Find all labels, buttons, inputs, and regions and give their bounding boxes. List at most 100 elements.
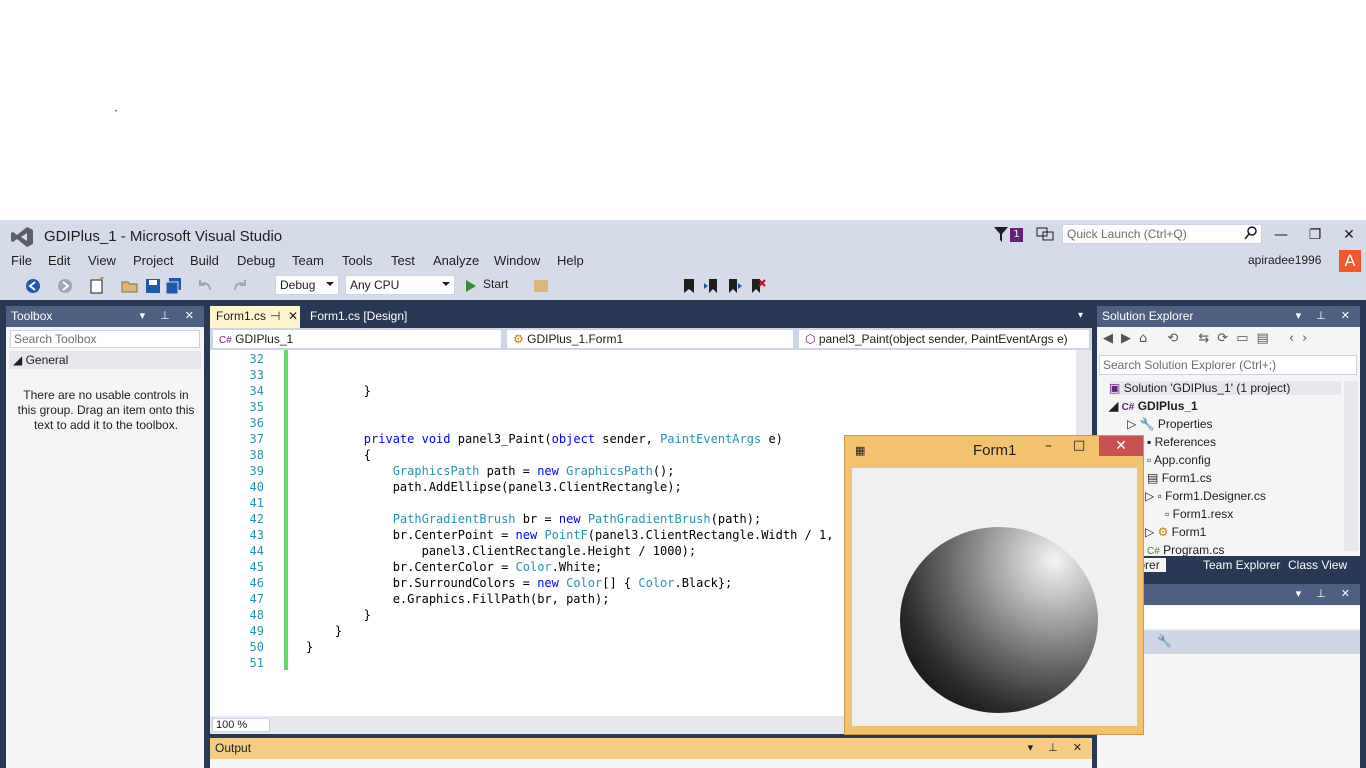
tree-scrollbar[interactable]: [1344, 381, 1358, 551]
line-number: 47: [249, 592, 264, 606]
minimize-button[interactable]: —: [1266, 224, 1296, 246]
menu-help[interactable]: Help: [557, 253, 584, 268]
config-file-icon: ▫: [1147, 453, 1152, 467]
next-bookmark-icon[interactable]: [725, 277, 743, 295]
code-line[interactable]: e.Graphics.FillPath(br, path);: [306, 592, 610, 606]
previous-bookmark-icon[interactable]: [703, 277, 721, 295]
code-line[interactable]: {: [306, 448, 371, 462]
code-line[interactable]: br.SurroundColors = new Color[] { Color.…: [306, 576, 733, 590]
new-project-icon[interactable]: [88, 277, 106, 295]
code-line[interactable]: path.AddEllipse(panel3.ClientRectangle);: [306, 480, 682, 494]
project-dropdown[interactable]: C# GDIPlus_1: [212, 329, 502, 349]
line-number: 48: [249, 608, 264, 622]
tab-form1-cs[interactable]: Form1.cs ⊣ ✕: [210, 306, 300, 328]
form1-minimize-button[interactable]: –: [1045, 438, 1052, 454]
code-line[interactable]: }: [306, 624, 342, 638]
tree-program-cs[interactable]: C# Program.cs: [1147, 543, 1225, 557]
save-all-icon[interactable]: [165, 277, 183, 295]
redo-icon[interactable]: [231, 277, 249, 295]
avatar[interactable]: A: [1339, 250, 1361, 272]
tree-properties[interactable]: ▷ 🔧 Properties: [1127, 417, 1213, 431]
code-line[interactable]: br.CenterColor = Color.White;: [306, 560, 603, 574]
output-panel: Output ▾ ⊥ ✕: [210, 738, 1092, 768]
menu-view[interactable]: View: [88, 253, 116, 268]
tree-app-config[interactable]: ▫ App.config: [1147, 453, 1211, 467]
line-number: 46: [249, 576, 264, 590]
panel-header-icons[interactable]: ▾ ⊥ ✕: [1028, 741, 1088, 754]
code-line[interactable]: br.CenterPoint = new PointF(panel3.Clien…: [306, 528, 834, 542]
class-dropdown[interactable]: ⚙ GDIPlus_1.Form1: [506, 329, 794, 349]
resource-file-icon: ▫: [1165, 507, 1170, 521]
code-line[interactable]: }: [306, 640, 313, 654]
member-dropdown[interactable]: ⬡ panel3_Paint(object sender, PaintEvent…: [798, 329, 1090, 349]
open-file-icon[interactable]: [121, 277, 139, 295]
code-line[interactable]: }: [306, 384, 371, 398]
line-number: 34: [249, 384, 264, 398]
tree-form1-class[interactable]: ▷ ⚙ Form1: [1145, 525, 1206, 539]
restore-button[interactable]: ❐: [1300, 224, 1330, 246]
zoom-select[interactable]: 100 %: [212, 718, 270, 732]
tab-class-view[interactable]: Class View: [1288, 558, 1347, 572]
wrench-icon: 🔧: [1139, 417, 1155, 431]
configuration-select[interactable]: Debug: [275, 275, 339, 295]
solution-explorer-toolbar[interactable]: ◀▶⌂ ⟲ ⇆⟳▭▤ ‹›: [1103, 331, 1315, 346]
menu-debug[interactable]: Debug: [237, 253, 275, 268]
menu-test[interactable]: Test: [391, 253, 415, 268]
platform-select[interactable]: Any CPU: [345, 275, 455, 295]
menu-tools[interactable]: Tools: [342, 253, 372, 268]
tab-team-explorer[interactable]: Team Explorer: [1203, 558, 1280, 572]
toolbox-search-input[interactable]: Search Toolbox: [10, 330, 200, 348]
toolbox-group-general[interactable]: ◢ General: [9, 351, 201, 369]
tree-project[interactable]: ◢ C# GDIPlus_1: [1109, 399, 1198, 413]
code-line[interactable]: GraphicsPath path = new GraphicsPath();: [306, 464, 675, 478]
panel-header-icons[interactable]: ▾ ⊥ ✕: [1296, 587, 1356, 600]
panel-header-icons[interactable]: ▾ ⊥ ✕: [1296, 309, 1356, 322]
solution-explorer-search-input[interactable]: Search Solution Explorer (Ctrl+;): [1099, 355, 1357, 375]
browser-link-icon[interactable]: [532, 277, 550, 295]
menu-build[interactable]: Build: [190, 253, 219, 268]
quick-launch-input[interactable]: Quick Launch (Ctrl+Q): [1062, 224, 1262, 244]
code-line[interactable]: private void panel3_Paint(object sender,…: [306, 432, 783, 446]
menu-analyze[interactable]: Analyze: [433, 253, 479, 268]
code-line[interactable]: PathGradientBrush br = new PathGradientB…: [306, 512, 762, 526]
form1-close-button[interactable]: ✕: [1099, 436, 1143, 456]
menu-team[interactable]: Team: [292, 253, 324, 268]
back-icon[interactable]: [24, 277, 42, 295]
tree-form1-designer[interactable]: ▷ ▫ Form1.Designer.cs: [1145, 489, 1266, 503]
bookmark-icon[interactable]: [680, 277, 698, 295]
close-button[interactable]: ✕: [1334, 224, 1364, 246]
tree-form1-resx[interactable]: ▫ Form1.resx: [1165, 507, 1233, 521]
pin-icon[interactable]: ⊣: [270, 309, 280, 323]
start-icon[interactable]: [464, 277, 478, 295]
visual-studio-logo-icon: [11, 227, 33, 247]
undo-icon[interactable]: [196, 277, 214, 295]
clear-bookmarks-icon[interactable]: [748, 277, 766, 295]
tree-references[interactable]: ▪ References: [1147, 435, 1216, 449]
feedback-icon[interactable]: [1036, 225, 1054, 243]
menu-project[interactable]: Project: [133, 253, 173, 268]
menu-edit[interactable]: Edit: [48, 253, 70, 268]
line-number: 40: [249, 480, 264, 494]
code-line[interactable]: panel3.ClientRectangle.Height / 1000);: [306, 544, 697, 558]
tree-solution[interactable]: ▣ Solution 'GDIPlus_1' (1 project): [1109, 381, 1341, 395]
tab-overflow-icon[interactable]: ▾: [1078, 310, 1083, 321]
menu-file[interactable]: File: [11, 253, 32, 268]
form1-title-bar[interactable]: ▦ Form1 – □ ✕: [845, 436, 1143, 466]
notifications-button[interactable]: 1: [994, 225, 1026, 245]
toolbox-header[interactable]: Toolbox ▾ ⊥ ✕: [6, 306, 204, 327]
code-line[interactable]: }: [306, 608, 371, 622]
save-icon[interactable]: [144, 277, 162, 295]
toolbox-empty-message: There are no usable controls in this gro…: [17, 388, 195, 432]
panel-header-icons[interactable]: ▾ ⊥ ✕: [140, 309, 200, 322]
tab-form1-design[interactable]: Form1.cs [Design]: [304, 306, 434, 328]
form1-maximize-button[interactable]: □: [1073, 438, 1085, 453]
start-button[interactable]: Start: [483, 277, 508, 291]
output-header[interactable]: Output ▾ ⊥ ✕: [210, 738, 1092, 759]
wrench-icon[interactable]: 🔧: [1157, 634, 1172, 648]
menu-window[interactable]: Window: [494, 253, 540, 268]
solution-explorer-header[interactable]: Solution Explorer ▾ ⊥ ✕: [1097, 306, 1360, 327]
user-name[interactable]: apiradee1996: [1248, 253, 1321, 267]
close-icon[interactable]: ✕: [288, 309, 298, 323]
tree-form1-cs[interactable]: ▤ Form1.cs: [1147, 471, 1212, 485]
forward-icon[interactable]: [56, 277, 74, 295]
